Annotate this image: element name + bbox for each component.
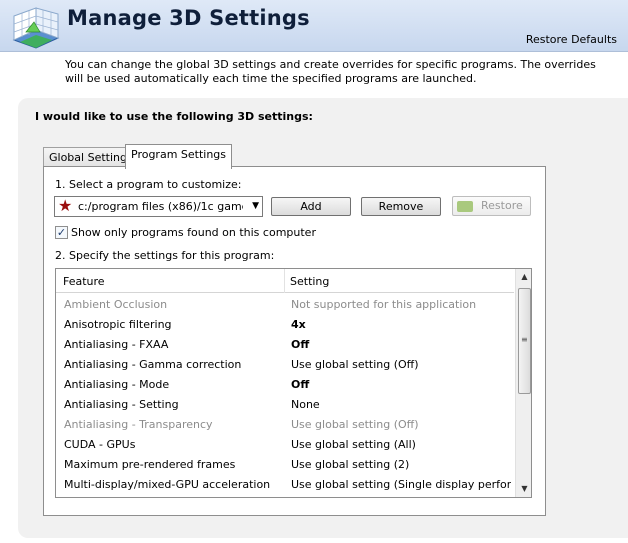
nvidia-logo-icon <box>457 201 473 212</box>
table-row[interactable]: Antialiasing - Setting None <box>56 394 514 414</box>
restore-defaults-link[interactable]: Restore Defaults <box>526 33 617 46</box>
show-only-found-label: Show only programs found on this compute… <box>71 226 316 239</box>
row-feature: Antialiasing - Gamma correction <box>64 358 242 371</box>
program-select-value: c:/program files (x86)/1c game ... <box>78 200 243 213</box>
header-bar: Manage 3D Settings Restore Defaults <box>0 0 628 52</box>
row-setting: Use global setting (All) <box>291 438 416 451</box>
restore-button[interactable]: Restore <box>452 196 531 216</box>
scroll-up-arrow-icon[interactable]: ▲ <box>516 269 531 285</box>
panel-heading: I would like to use the following 3D set… <box>35 110 313 123</box>
row-feature: Antialiasing - Setting <box>64 398 179 411</box>
row-feature: Antialiasing - Transparency <box>64 418 213 431</box>
row-setting: Use global setting (Off) <box>291 418 419 431</box>
settings-list: Feature Setting Ambient Occlusion Not su… <box>55 268 532 498</box>
remove-button[interactable]: Remove <box>361 197 441 216</box>
table-row[interactable]: Antialiasing - Gamma correction Use glob… <box>56 354 514 374</box>
page-title: Manage 3D Settings <box>67 6 310 30</box>
row-feature: Antialiasing - FXAA <box>64 338 169 351</box>
specify-settings-label: 2. Specify the settings for this program… <box>55 249 275 262</box>
list-header: Feature Setting <box>56 269 514 293</box>
row-setting: None <box>291 398 320 411</box>
add-button[interactable]: Add <box>271 197 351 216</box>
row-feature: Ambient Occlusion <box>64 298 168 311</box>
row-setting: 4x <box>291 318 306 331</box>
grip-icon: ≡ <box>521 335 528 344</box>
show-only-found-checkbox[interactable]: ✓ <box>55 226 68 239</box>
settings-list-scrollbar[interactable]: ▲ ≡ ▼ <box>515 269 531 497</box>
scroll-thumb[interactable]: ≡ <box>518 288 531 394</box>
table-row[interactable]: Antialiasing - Transparency Use global s… <box>56 414 514 434</box>
page-description: You can change the global 3D settings an… <box>65 58 596 85</box>
table-row[interactable]: Multi-display/mixed-GPU acceleration Use… <box>56 474 514 494</box>
column-divider <box>284 269 285 293</box>
row-setting: Use global setting (Single display perfo… <box>291 478 511 491</box>
column-header-setting[interactable]: Setting <box>290 275 329 288</box>
table-row[interactable]: Maximum pre-rendered frames Use global s… <box>56 454 514 474</box>
tab-program-settings[interactable]: Program Settings <box>125 144 233 169</box>
table-row[interactable]: Anisotropic filtering 4x <box>56 314 514 334</box>
row-setting: Not supported for this application <box>291 298 477 311</box>
row-setting: Off <box>291 338 310 351</box>
restore-button-label: Restore <box>481 199 523 212</box>
scroll-down-arrow-icon[interactable]: ▼ <box>516 481 531 497</box>
row-setting: Use global setting (2) <box>291 458 410 471</box>
row-feature: Antialiasing - Mode <box>64 378 170 391</box>
dropdown-arrow-icon: ▼ <box>252 201 259 211</box>
table-row[interactable]: CUDA - GPUs Use global setting (All) <box>56 434 514 454</box>
3d-settings-logo-icon <box>12 7 60 49</box>
table-row[interactable]: Antialiasing - Mode Off <box>56 374 514 394</box>
row-feature: Maximum pre-rendered frames <box>64 458 236 471</box>
select-program-label: 1. Select a program to customize: <box>55 178 242 191</box>
row-feature: CUDA - GPUs <box>64 438 136 451</box>
row-feature: Multi-display/mixed-GPU acceleration <box>64 478 271 491</box>
table-row[interactable]: Antialiasing - FXAA Off <box>56 334 514 354</box>
column-header-feature[interactable]: Feature <box>63 275 105 288</box>
row-feature: Anisotropic filtering <box>64 318 172 331</box>
row-setting: Off <box>291 378 310 391</box>
program-star-icon: ★ <box>58 196 73 215</box>
row-setting: Use global setting (Off) <box>291 358 419 371</box>
table-row[interactable]: Ambient Occlusion Not supported for this… <box>56 294 514 314</box>
program-select-dropdown[interactable]: ★ c:/program files (x86)/1c game ... ▼ <box>54 196 263 217</box>
